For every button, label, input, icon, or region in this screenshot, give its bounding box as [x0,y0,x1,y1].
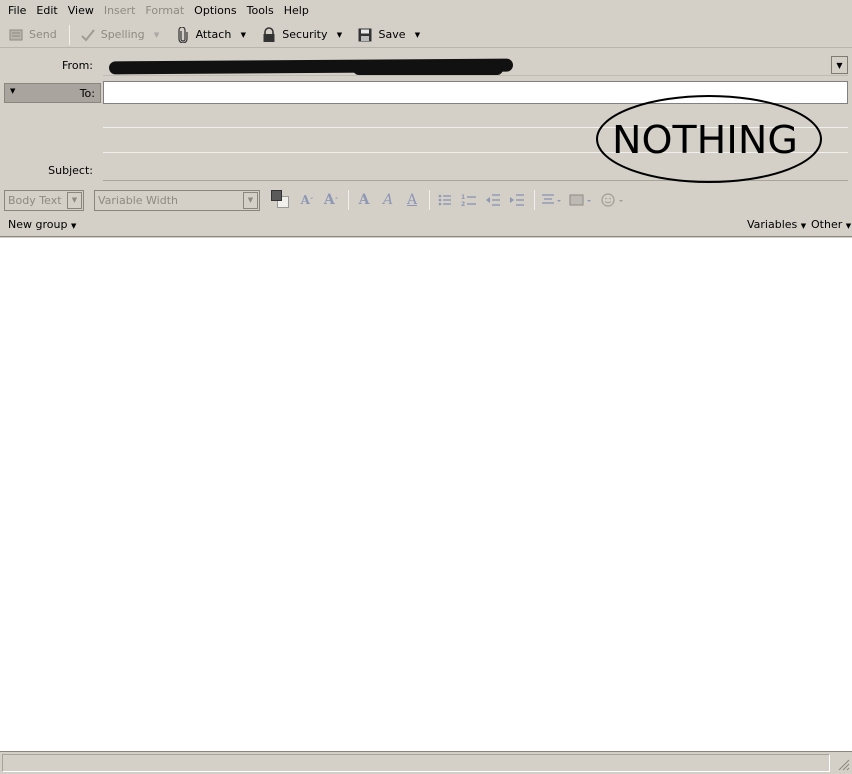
send-icon [8,27,24,43]
lock-icon [261,26,277,43]
spelling-label: Spelling [100,28,145,41]
floppy-disk-icon [357,27,373,43]
attach-button[interactable]: Attach [171,24,236,46]
security-button[interactable]: Security [257,24,331,46]
format-separator [534,190,535,210]
status-bar [0,751,852,773]
subject-label: Subject: [48,164,93,177]
attach-dropdown[interactable]: ▼ [237,24,249,46]
variables-button[interactable]: Variables ▼ [747,218,806,231]
menu-options[interactable]: Options [189,0,241,22]
smiley-icon[interactable] [599,189,629,211]
paperclip-icon [175,26,191,43]
menu-edit[interactable]: Edit [31,0,62,22]
font-value: Variable Width [98,193,178,207]
resize-grip-icon[interactable] [836,757,850,771]
insert-image-icon[interactable] [567,189,597,211]
underline-icon[interactable]: A [401,189,423,211]
message-body-editor[interactable] [0,238,852,751]
spelling-button[interactable]: Spelling [76,24,149,46]
menu-tools[interactable]: Tools [242,0,279,22]
recipient-type-select[interactable]: ▼ To: [4,83,101,103]
toolbar-separator [68,24,70,45]
spelling-dropdown[interactable]: ▼ [151,24,163,46]
other-button[interactable]: Other ▼ [811,218,851,231]
security-dropdown[interactable]: ▼ [333,24,345,46]
format-separator [429,190,430,210]
indent-icon[interactable] [506,189,528,211]
save-button[interactable]: Save [353,24,409,46]
compose-toolbar: Send Spelling ▼ Attach ▼ Security ▼ Save… [0,22,852,48]
redaction-scribble [353,63,503,75]
annotation-text: NOTHING [612,118,798,162]
status-panel [2,754,830,772]
format-separator [348,190,349,210]
bullet-list-icon[interactable] [434,189,456,211]
new-group-label: New group [8,218,68,231]
decrease-font-size-icon[interactable]: A ˅ [296,189,318,211]
send-button[interactable]: Send [4,24,61,46]
new-group-button[interactable]: New group ▼ [8,218,76,231]
font-select[interactable]: Variable Width ▼ [94,189,260,211]
attach-label: Attach [195,28,232,41]
chevron-down-icon: ▼ [243,191,258,209]
send-label: Send [29,28,57,41]
chevron-down-icon[interactable]: ▼ [831,56,848,74]
menu-help[interactable]: Help [279,0,314,22]
align-icon[interactable] [539,189,565,211]
menu-format[interactable]: Format [140,0,189,22]
paragraph-style-value: Body Text [8,193,62,207]
save-dropdown[interactable]: ▼ [411,24,423,46]
recipient-type-label: To: [79,87,95,100]
menu-insert[interactable]: Insert [99,0,141,22]
increase-font-size-icon[interactable]: A ˄ [320,189,342,211]
chevron-down-icon: ▼ [10,87,16,95]
italic-icon[interactable]: A [377,189,399,211]
from-label: From: [62,59,93,72]
save-label: Save [378,28,406,41]
numbered-list-icon[interactable]: 12 [458,189,480,211]
from-identity-select[interactable]: ▼ [103,54,848,76]
security-label: Security [282,28,328,41]
outdent-icon[interactable] [482,189,504,211]
paragraph-style-select[interactable]: Body Text ▼ [4,189,84,211]
menu-view[interactable]: View [63,0,99,22]
menu-file[interactable]: File [3,0,31,22]
checkmark-icon [80,27,96,43]
handwritten-annotation: NOTHING [596,93,826,191]
menu-bar: File Edit View Insert Format Options Too… [0,0,852,22]
format-toolbar: Body Text ▼ Variable Width ▼ A ˅ A ˄ A A A… [0,187,852,213]
chevron-down-icon: ▼ [67,191,82,209]
bold-icon[interactable]: A [353,189,375,211]
svg-text:1: 1 [461,194,465,201]
group-bar: New group ▼ Variables ▼ Other ▼ [0,215,852,237]
text-color-picker[interactable] [270,189,292,211]
variables-label: Variables [747,218,798,231]
svg-text:2: 2 [461,201,465,207]
text-color-swatch [271,190,282,201]
other-label: Other [811,218,843,231]
